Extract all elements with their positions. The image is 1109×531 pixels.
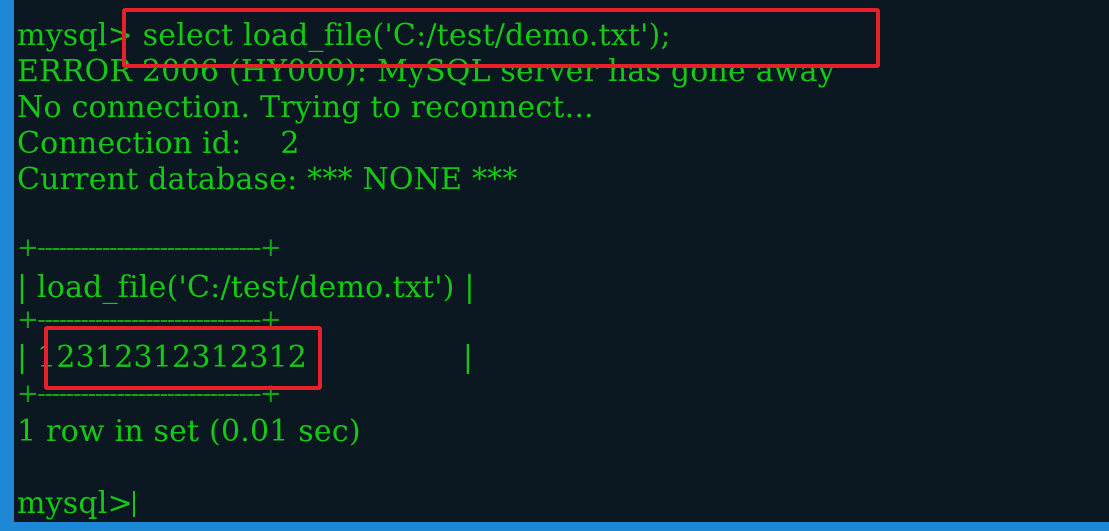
file-content-value: 12312312312312 (37, 340, 308, 375)
text-cursor (132, 491, 135, 517)
table-value-row: | 12312312312312 | (17, 340, 473, 376)
mysql-prompt-final: mysql> (17, 486, 133, 521)
window-frame-left (0, 0, 14, 531)
current-database-line: Current database: *** NONE *** (17, 162, 518, 197)
window-frame-bottom (0, 522, 1109, 531)
error-line: ERROR 2006 (HY000): MySQL server has gon… (17, 54, 835, 89)
table-border-bottom: +-------------------------------+ (17, 379, 282, 409)
table-border-middle: +-------------------------------+ (17, 305, 282, 335)
connection-id-line: Connection id: 2 (17, 126, 300, 161)
no-connection-line: No connection. Trying to reconnect... (17, 90, 594, 125)
table-border-top: +-------------------------------+ (17, 233, 282, 263)
mysql-prompt: mysql> (17, 18, 133, 53)
command-line: mysql> select load_file('C:/test/demo.tx… (17, 18, 671, 54)
row-count-line: 1 row in set (0.01 sec) (17, 414, 361, 449)
final-prompt-line[interactable]: mysql> (17, 486, 135, 522)
table-header-row: | load_file('C:/test/demo.txt') | (17, 270, 475, 305)
value-row-right-border: | (307, 340, 474, 375)
mysql-terminal[interactable]: mysql> select load_file('C:/test/demo.tx… (14, 0, 1109, 522)
value-row-left-border: | (17, 340, 38, 375)
select-load-file-command: select load_file('C:/test/demo.txt'); (132, 18, 671, 53)
